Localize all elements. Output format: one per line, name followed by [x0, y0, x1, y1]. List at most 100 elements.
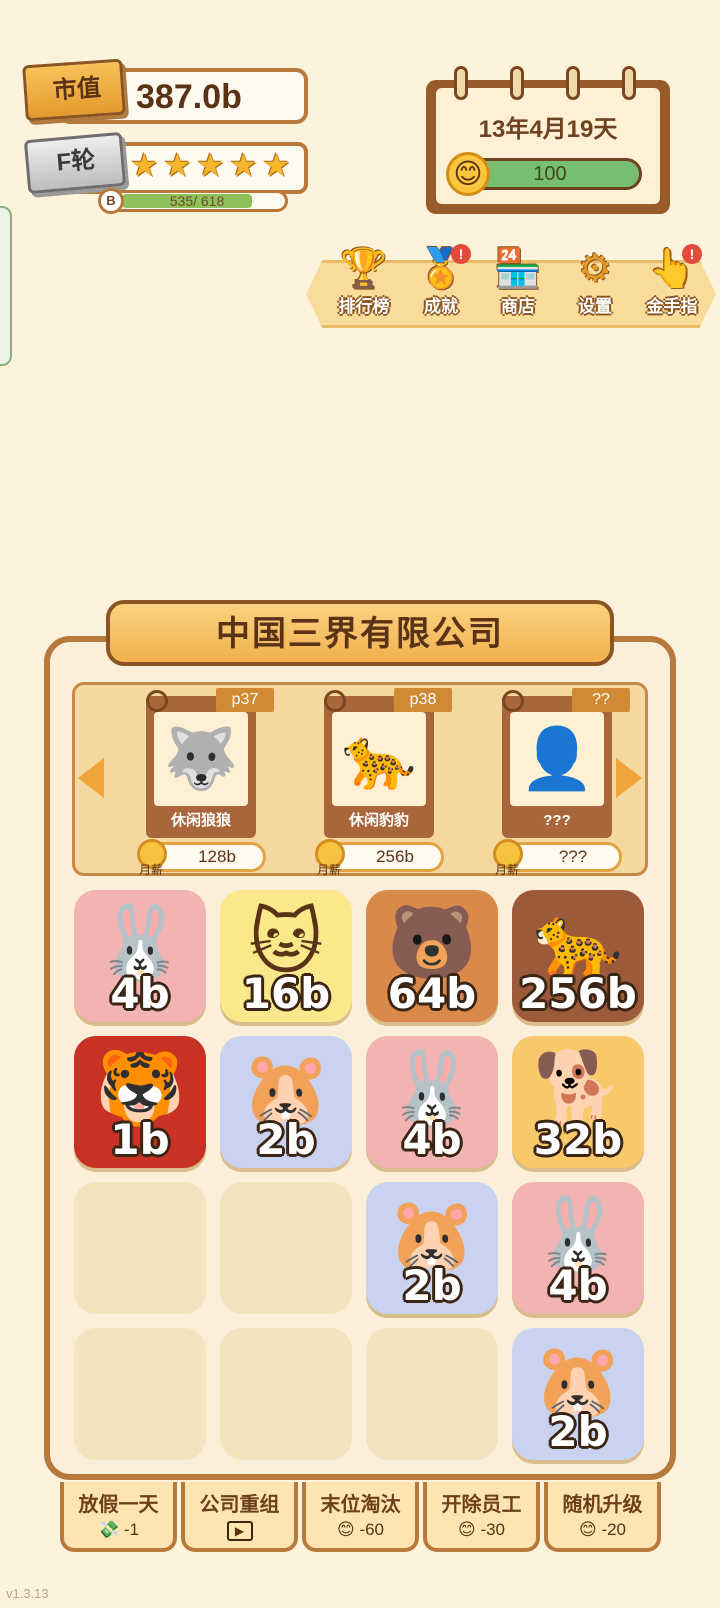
action-label: 末位淘汰: [320, 1494, 401, 1516]
tile-value: 2b: [548, 1407, 608, 1456]
company-name: 中国三界有限公司: [216, 615, 504, 653]
calendar-ring-icon: [622, 66, 636, 100]
action-label: 随机升级: [562, 1494, 643, 1516]
tile-value: 4b: [402, 1115, 462, 1164]
menu-label: 金手指: [646, 297, 698, 316]
trophy-icon: 🏆: [340, 248, 388, 290]
arrow-left-icon[interactable]: [78, 758, 104, 798]
tile-value: 32b: [533, 1115, 623, 1164]
action-cost: 😊 -20: [578, 1520, 627, 1539]
employee-tile[interactable]: 🐱 16b: [220, 890, 352, 1022]
action-label: 公司重组: [199, 1494, 280, 1516]
leaderboard-button[interactable]: 🏆 排行榜: [328, 244, 400, 324]
action-cost: 😊 -30: [457, 1520, 506, 1539]
action-cost: ▶: [185, 1520, 294, 1541]
shop-icon: 🏪: [494, 248, 542, 290]
calendar-ring-icon: [454, 66, 468, 100]
grade-badge: B: [98, 188, 124, 214]
star-icon: ★: [196, 147, 225, 183]
salary-value: 128b: [198, 847, 236, 866]
salary-pill: ??? 月薪: [493, 839, 622, 877]
achievements-button[interactable]: 🏅 成就 !: [405, 244, 477, 324]
menu-label: 排行榜: [338, 297, 390, 316]
play-video-icon: ▶: [226, 1520, 253, 1541]
market-value: 387.0b: [136, 78, 242, 116]
menu-label: 设置: [578, 297, 612, 316]
money-icon: 💸: [97, 1520, 120, 1539]
golden-finger-button[interactable]: 👆 金手指 !: [636, 244, 708, 324]
market-value-label: 市值: [52, 74, 102, 105]
wolf-icon: 🐺: [154, 712, 248, 806]
employee-tile[interactable]: 🐹 2b: [512, 1328, 644, 1460]
employee-card[interactable]: 👤 ?? ???: [502, 688, 630, 850]
calendar-ring-icon: [510, 66, 524, 100]
employee-tile[interactable]: 🐰 4b: [74, 890, 206, 1022]
salary-label: 月薪: [317, 863, 342, 877]
tile-value: 1b: [110, 1115, 170, 1164]
card-level-tag: ??: [572, 688, 630, 712]
card-name: 休闲豹豹: [348, 812, 409, 829]
tile-value: 2b: [256, 1115, 316, 1164]
action-cost: 💸 -1: [97, 1520, 140, 1539]
empty-slot[interactable]: [220, 1182, 352, 1314]
star-icon: ★: [229, 147, 258, 183]
empty-slot[interactable]: [220, 1328, 352, 1460]
card-level-tag: p37: [216, 688, 274, 712]
gear-icon: ⚙: [577, 248, 613, 290]
star-icon: ★: [262, 147, 291, 183]
shop-button[interactable]: 🏪 商店: [482, 244, 554, 324]
leopard-icon: 🐆: [332, 712, 426, 806]
smiley-icon: 😊: [457, 1520, 476, 1539]
menu-label: 成就: [424, 297, 458, 316]
empty-slot[interactable]: [366, 1328, 498, 1460]
salary-pill: 256b 月薪: [315, 839, 444, 877]
day-off-button[interactable]: 放假一天 💸 -1: [60, 1482, 177, 1552]
salary-value: ???: [558, 847, 588, 866]
salary-pill: 128b 月薪: [137, 839, 266, 877]
employee-tile[interactable]: 🐹 2b: [220, 1036, 352, 1168]
tile-value: 16b: [241, 969, 331, 1018]
star-icon: ★: [130, 147, 159, 183]
tile-value: 64b: [387, 969, 477, 1018]
employee-tile[interactable]: 🐕 32b: [512, 1036, 644, 1168]
alert-badge: !: [451, 244, 471, 264]
silhouette-icon: 👤: [510, 712, 604, 806]
round-label: F轮: [55, 146, 97, 177]
empty-slot[interactable]: [74, 1328, 206, 1460]
ring-icon: [324, 690, 346, 712]
smiley-icon: 😊: [446, 152, 490, 196]
salary-label: 月薪: [139, 863, 164, 877]
employee-tile[interactable]: 🐰 4b: [366, 1036, 498, 1168]
side-drawer-tab[interactable]: [0, 206, 12, 366]
arrow-right-icon[interactable]: [616, 758, 642, 798]
action-cost: 😊 -60: [336, 1520, 385, 1539]
action-label: 开除员工: [441, 1494, 522, 1516]
empty-slot[interactable]: [74, 1182, 206, 1314]
settings-button[interactable]: ⚙ 设置: [559, 244, 631, 324]
card-name: ???: [543, 812, 571, 829]
fire-employee-button[interactable]: 开除员工 😊 -30: [423, 1482, 540, 1552]
ring-icon: [146, 690, 168, 712]
salary-label: 月薪: [495, 863, 520, 877]
eliminate-last-button[interactable]: 末位淘汰 😊 -60: [302, 1482, 419, 1552]
tile-value: 256b: [519, 969, 637, 1018]
star-icon: ★: [163, 147, 192, 183]
employee-tile[interactable]: 🐯 1b: [74, 1036, 206, 1168]
employee-tile[interactable]: 🐹 2b: [366, 1182, 498, 1314]
top-menu: 🏆 排行榜 🏅 成就 ! 🏪 商店 ⚙ 设置 👆 金手指 !: [328, 244, 708, 324]
salary-value: 256b: [376, 847, 414, 866]
employee-tile[interactable]: 🐆 256b: [512, 890, 644, 1022]
employee-card[interactable]: 🐺 p37 休闲狼狼: [146, 688, 274, 850]
menu-label: 商店: [501, 297, 535, 316]
tile-value: 4b: [548, 1261, 608, 1310]
game-date: 13年4月19天: [478, 116, 618, 143]
employee-tile[interactable]: 🐰 4b: [512, 1182, 644, 1314]
version-label: v1.3.13: [6, 1586, 49, 1601]
restructure-button[interactable]: 公司重组 ▶: [181, 1482, 298, 1552]
employee-card[interactable]: 🐆 p38 休闲豹豹: [324, 688, 452, 850]
employee-tile[interactable]: 🐻 64b: [366, 890, 498, 1022]
card-level-tag: p38: [394, 688, 452, 712]
random-upgrade-button[interactable]: 随机升级 😊 -20: [544, 1482, 661, 1552]
ring-icon: [502, 690, 524, 712]
alert-badge: !: [682, 244, 702, 264]
